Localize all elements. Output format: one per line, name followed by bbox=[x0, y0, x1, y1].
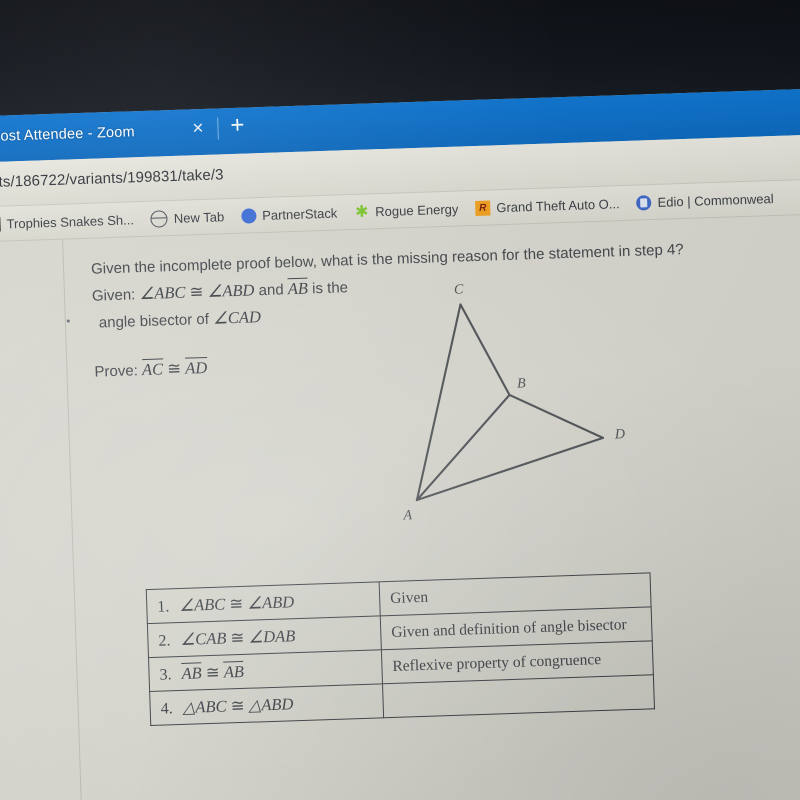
photo-of-screen: Post Attendee - Zoom × + nts/186722/vari… bbox=[0, 0, 800, 800]
assignment-footer: All Changes Saved ‹ Continue › bbox=[0, 796, 800, 800]
content-panel-divider bbox=[62, 239, 84, 800]
given-angle-abc: ∠ABC bbox=[139, 282, 186, 304]
globe-icon bbox=[150, 209, 169, 228]
given-tail-text: is the bbox=[311, 279, 349, 298]
reason-text: Reflexive property of congruence bbox=[392, 650, 602, 675]
given-conjunction: and bbox=[258, 281, 284, 300]
reason-text: Given bbox=[389, 588, 429, 607]
segment-BD bbox=[508, 393, 605, 439]
congruence-symbol: ≅ bbox=[201, 662, 225, 682]
math-notation: △ABD bbox=[248, 693, 294, 715]
given-angle-cad: ∠CAD bbox=[212, 307, 262, 328]
bookmark-edio[interactable]: Edio | Commonweal bbox=[636, 191, 774, 211]
asterisk-icon: ✱ bbox=[354, 203, 369, 221]
browser-tab-title[interactable]: Post Attendee - Zoom bbox=[0, 124, 135, 145]
bookmark-rogue-energy[interactable]: ✱ Rogue Energy bbox=[354, 201, 459, 221]
prove-congruence-symbol: ≅ bbox=[166, 358, 182, 379]
vertex-label-a: A bbox=[403, 508, 413, 524]
prove-segment-ac: AC bbox=[141, 358, 164, 380]
congruence-symbol: ≅ bbox=[224, 593, 248, 613]
segment-notation: AB bbox=[181, 661, 203, 683]
reason-text: Given and definition of angle bisector bbox=[391, 615, 627, 641]
bookmark-label: Grand Theft Auto O... bbox=[496, 195, 620, 215]
bookmark-label: Edio | Commonweal bbox=[657, 190, 774, 210]
bookmark-label: Trophies Snakes Sh... bbox=[6, 211, 135, 232]
congruence-symbol: ≅ bbox=[189, 282, 204, 302]
math-notation: ∠ABC bbox=[178, 593, 226, 615]
step-number: 3. bbox=[159, 665, 172, 684]
prove-label: Prove: bbox=[94, 362, 139, 381]
bookmark-label: New Tab bbox=[173, 208, 225, 226]
geometry-svg bbox=[415, 303, 605, 502]
segment-CA bbox=[415, 303, 462, 502]
math-notation: ∠CAB bbox=[180, 627, 227, 649]
bookmark-trophies-snakes[interactable]: Z Trophies Snakes Sh... bbox=[0, 212, 134, 232]
math-notation: ∠ABD bbox=[246, 591, 295, 613]
proof-table: 1. ∠ABC ≅ ∠ABD Given 2. ∠CAB ≅ ∠DAB Given and… bbox=[146, 572, 655, 726]
vertex-label-c: C bbox=[453, 282, 464, 298]
bookmark-label: PartnerStack bbox=[261, 205, 338, 223]
step-number: 2. bbox=[158, 631, 171, 650]
edio-icon bbox=[636, 194, 652, 211]
math-notation: △ABC bbox=[182, 695, 227, 717]
congruence-symbol: ≅ bbox=[226, 627, 249, 647]
segment-CB bbox=[459, 303, 511, 396]
vertex-label-b: B bbox=[516, 376, 526, 392]
tab-close-icon[interactable]: × bbox=[192, 118, 204, 140]
new-tab-button[interactable]: + bbox=[230, 112, 245, 139]
given-segment-ab: AB bbox=[287, 277, 309, 299]
math-notation: ∠DAB bbox=[248, 625, 296, 647]
given-label: Given: bbox=[91, 286, 136, 305]
address-bar-url[interactable]: nts/186722/variants/199831/take/3 bbox=[0, 166, 224, 191]
given-angle-abd: ∠ABD bbox=[207, 280, 255, 301]
prove-segment-ad: AD bbox=[184, 356, 208, 378]
dot-icon bbox=[240, 207, 257, 224]
rockstar-icon: R bbox=[475, 199, 491, 216]
tab-separator bbox=[217, 117, 219, 140]
zoom-icon: Z bbox=[0, 216, 1, 232]
browser-window: Post Attendee - Zoom × + nts/186722/vari… bbox=[0, 86, 800, 800]
congruence-symbol: ≅ bbox=[226, 695, 249, 715]
step-number: 1. bbox=[157, 597, 170, 616]
given-line-2-text: angle bisector of bbox=[98, 310, 210, 332]
bookmark-grand-theft-auto[interactable]: R Grand Theft Auto O... bbox=[475, 196, 620, 216]
segment-notation: AB bbox=[223, 660, 245, 682]
geometry-figure: C B D A bbox=[386, 268, 654, 526]
page-viewport: ) Given the incomplete proof below, what… bbox=[0, 212, 800, 800]
bookmark-label: Rogue Energy bbox=[375, 201, 459, 219]
bookmark-partnerstack[interactable]: PartnerStack bbox=[240, 205, 338, 224]
statement-cell: 4. △ABC ≅ △ABD bbox=[149, 683, 384, 726]
bookmark-new-tab[interactable]: New Tab bbox=[150, 208, 225, 228]
step-number: 4. bbox=[160, 699, 173, 718]
bullet-marker bbox=[66, 319, 70, 323]
vertex-label-d: D bbox=[614, 427, 626, 443]
